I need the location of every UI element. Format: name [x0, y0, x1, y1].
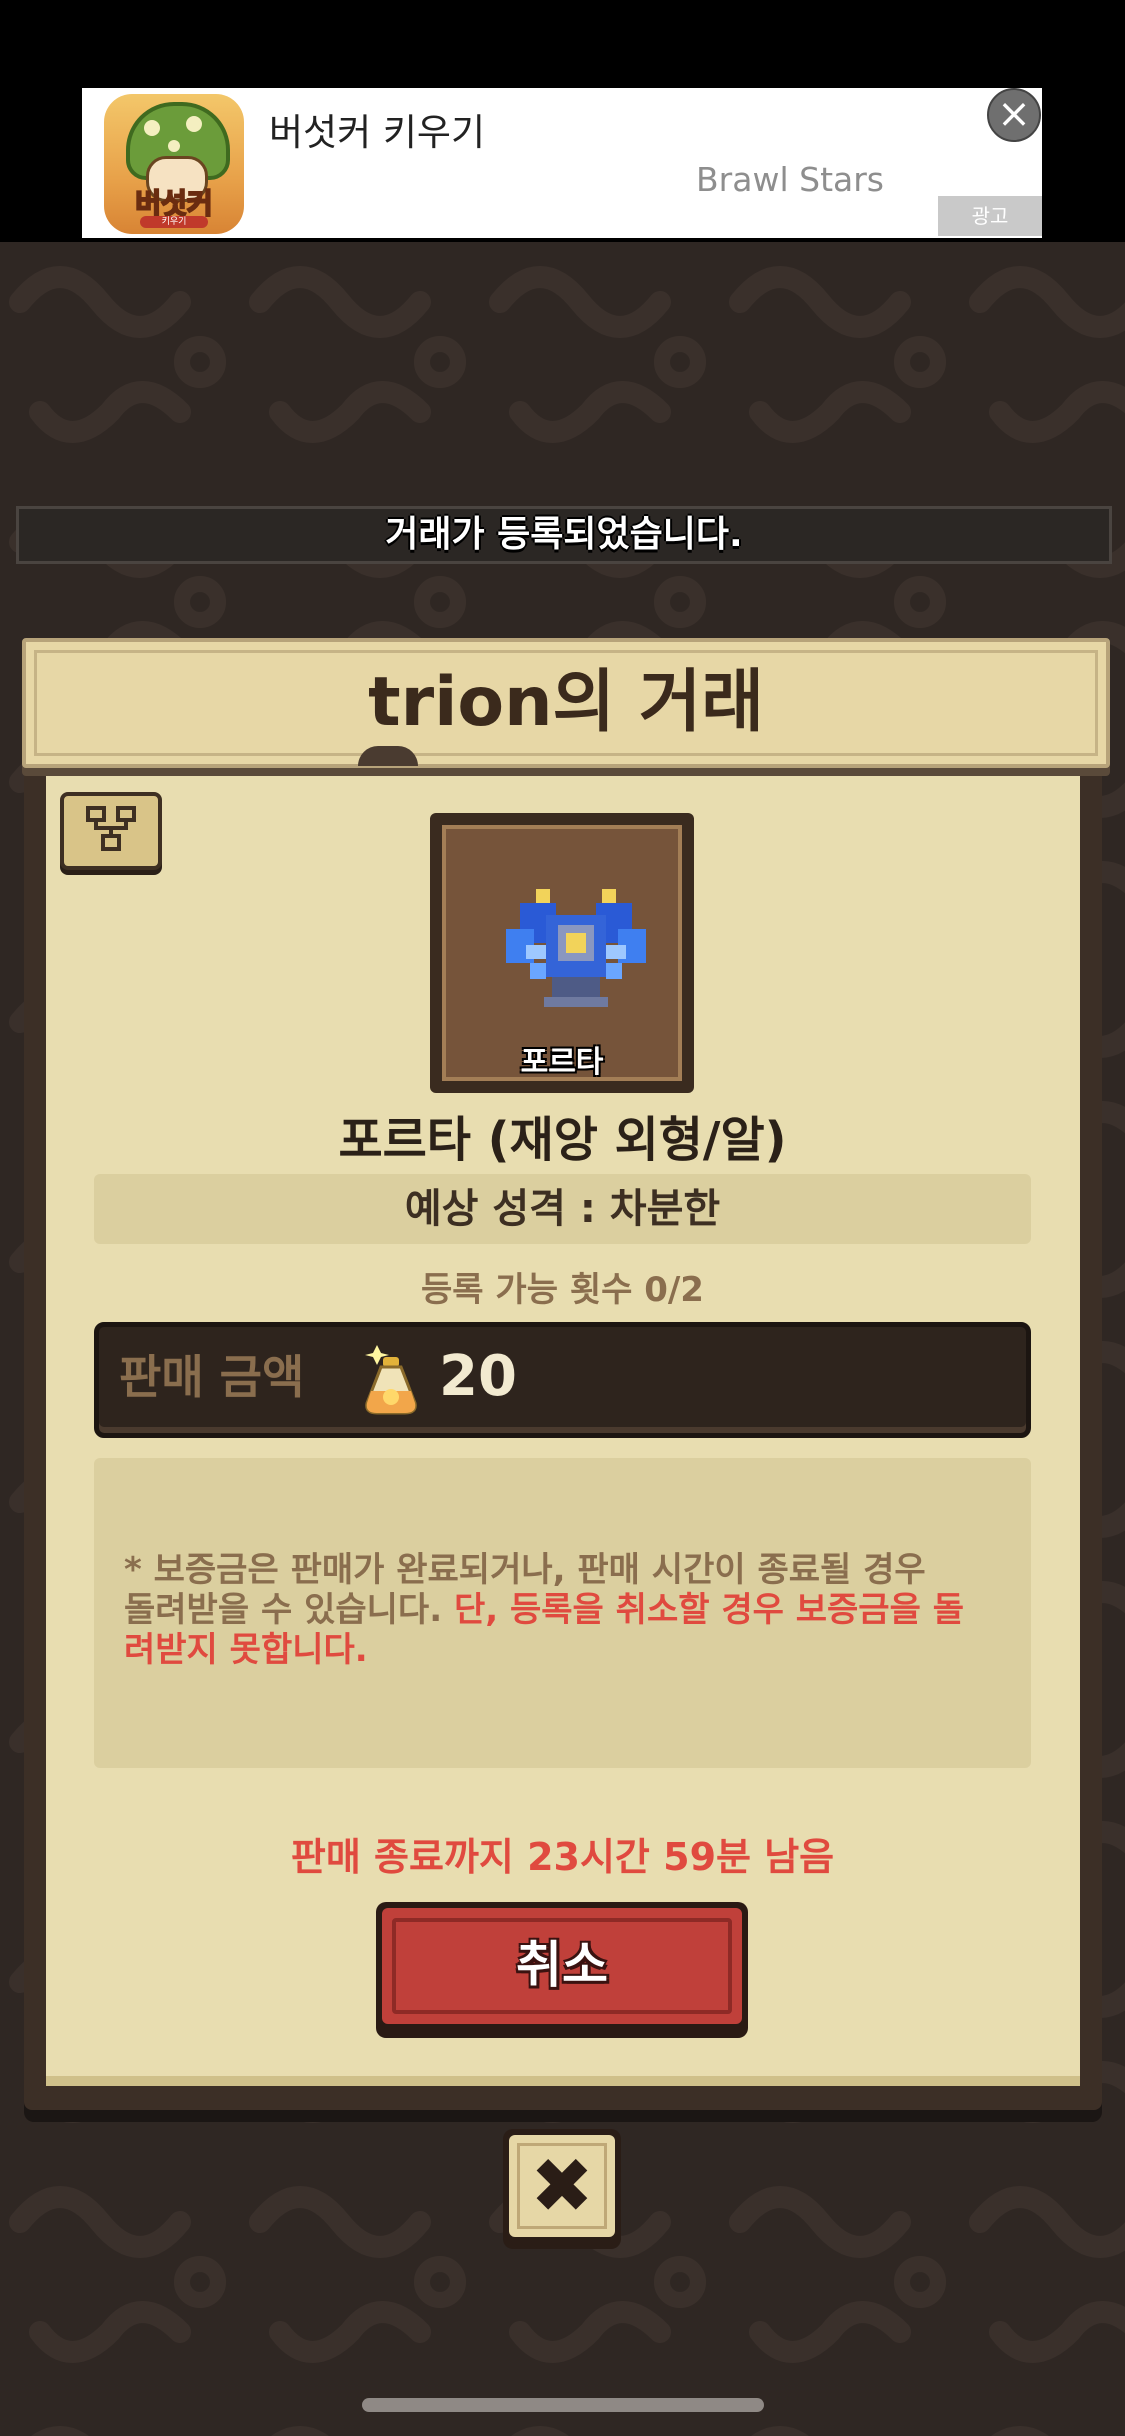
header-knob: [358, 746, 418, 766]
expected-personality: 예상 성격 : 차분한: [94, 1174, 1031, 1244]
ad-advertiser: Brawl Stars: [696, 160, 884, 199]
notice-bar: 거래가 등록되었습니다.: [16, 506, 1112, 564]
ad-icon-subtext: 키우기: [140, 216, 208, 228]
price-box: 판매 금액 20: [94, 1322, 1031, 1438]
ad-app-name[interactable]: 버섯커 키우기: [269, 102, 485, 156]
cancel-button[interactable]: 취소: [376, 1902, 748, 2038]
item-slot[interactable]: 포르타: [430, 813, 694, 1093]
deposit-info-text: * 보증금은 판매가 완료되거나, 판매 시간이 종료될 경우 돌려받을 수 있…: [124, 1550, 964, 1670]
item-slot-label: 포르타: [520, 1045, 604, 1080]
deposit-info-box: * 보증금은 판매가 완료되거나, 판매 시간이 종료될 경우 돌려받을 수 있…: [94, 1458, 1031, 1768]
family-tree-button[interactable]: [60, 792, 162, 870]
tree-icon: [86, 806, 136, 851]
ad-banner[interactable]: 버섯커 키우기 버섯커 키우기 Brawl Stars × 광고: [82, 88, 1042, 238]
price-label: 판매 금액: [119, 1350, 305, 1404]
dialog-title: trion의 거래: [368, 663, 764, 742]
close-dialog-button[interactable]: ✖: [503, 2129, 621, 2249]
ad-badge-label: 광고: [971, 204, 1009, 228]
home-indicator[interactable]: [362, 2398, 764, 2412]
registration-count: 등록 가능 횟수 0/2: [421, 1270, 704, 1310]
dialog-bottom-edge: [46, 2076, 1080, 2086]
price-value: 20: [439, 1344, 517, 1409]
notice-message: 거래가 등록되었습니다.: [385, 514, 743, 555]
time-remaining: 판매 종료까지 23시간 59분 남음: [290, 1835, 835, 1879]
creature-sprite-icon: [506, 889, 646, 1007]
ad-close-button[interactable]: ×: [987, 88, 1041, 142]
close-icon: ✖: [530, 2141, 594, 2230]
potion-icon: [365, 1345, 417, 1415]
ad-badge: 광고: [938, 196, 1042, 236]
ad-app-icon[interactable]: 버섯커 키우기: [104, 94, 244, 234]
item-slot-inner: 포르타: [442, 825, 682, 1081]
item-name: 포르타 (재앙 외형/알): [338, 1112, 787, 1168]
cancel-button-label: 취소: [516, 1936, 608, 1994]
dialog-header: trion의 거래: [22, 638, 1110, 768]
